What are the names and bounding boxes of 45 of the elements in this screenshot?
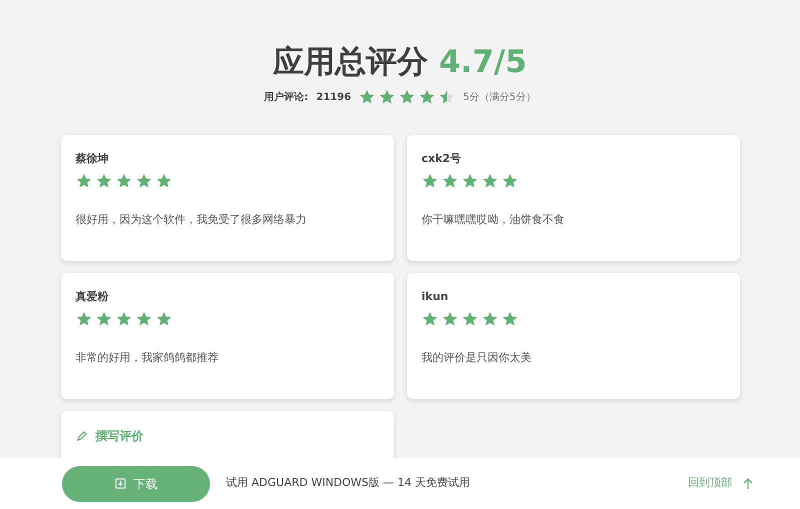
review-text: 很好用，因为这个软件，我免受了很多网络暴力 (76, 212, 308, 228)
star-icon (419, 89, 436, 106)
star-icon (136, 172, 152, 189)
star-icon (502, 310, 518, 327)
page-title: 应用总评分 (273, 44, 428, 80)
star-icon (116, 172, 132, 189)
download-icon (114, 478, 126, 489)
review-author: 蔡徐坤 (76, 151, 110, 168)
star-icon (462, 172, 478, 189)
star-icon (76, 310, 92, 327)
reviews-count: 21196 (316, 90, 352, 105)
review-text: 非常的好用，我家鸽鸽都推荐 (76, 350, 220, 366)
reviews-label: 用户评论: (264, 90, 308, 105)
star-icon (76, 172, 92, 189)
star-icon (422, 310, 438, 327)
promo-text: 试用 ADGUARD WINDOWS版 — 14 天免费试用 (226, 475, 470, 492)
star-icon (359, 89, 376, 106)
review-author: cxk2号 (422, 151, 462, 168)
pencil-icon (76, 430, 88, 442)
star-icon (502, 172, 518, 189)
star-icon (136, 310, 152, 327)
star-icon (462, 310, 478, 327)
review-author: 真爱粉 (76, 289, 110, 306)
score: 4.7/5 (438, 44, 527, 80)
star-icon (156, 172, 172, 189)
star-icon (96, 310, 112, 327)
star-icon (422, 172, 438, 189)
star-icon (439, 89, 456, 106)
write-review-link[interactable]: 撰写评价 (76, 427, 378, 446)
star-icon (156, 310, 172, 327)
star-icon (116, 310, 132, 327)
star-icon (379, 89, 396, 106)
download-button[interactable]: 下载 (62, 466, 210, 502)
star-icon (96, 172, 112, 189)
star-icon (442, 172, 458, 189)
back-to-top-link[interactable]: 回到顶部 (688, 475, 754, 492)
star-icon (482, 310, 498, 327)
star-icon (442, 310, 458, 327)
review-text: 我的评价是只因你太美 (422, 350, 532, 366)
arrow-up-icon (742, 478, 754, 490)
star-icon (399, 89, 416, 106)
review-author: ikun (422, 289, 450, 306)
score-note: 5分（满分5分） (463, 90, 536, 105)
star-icon (482, 172, 498, 189)
review-text: 你干嘛嘿嘿哎呦，油饼食不食 (422, 212, 566, 228)
